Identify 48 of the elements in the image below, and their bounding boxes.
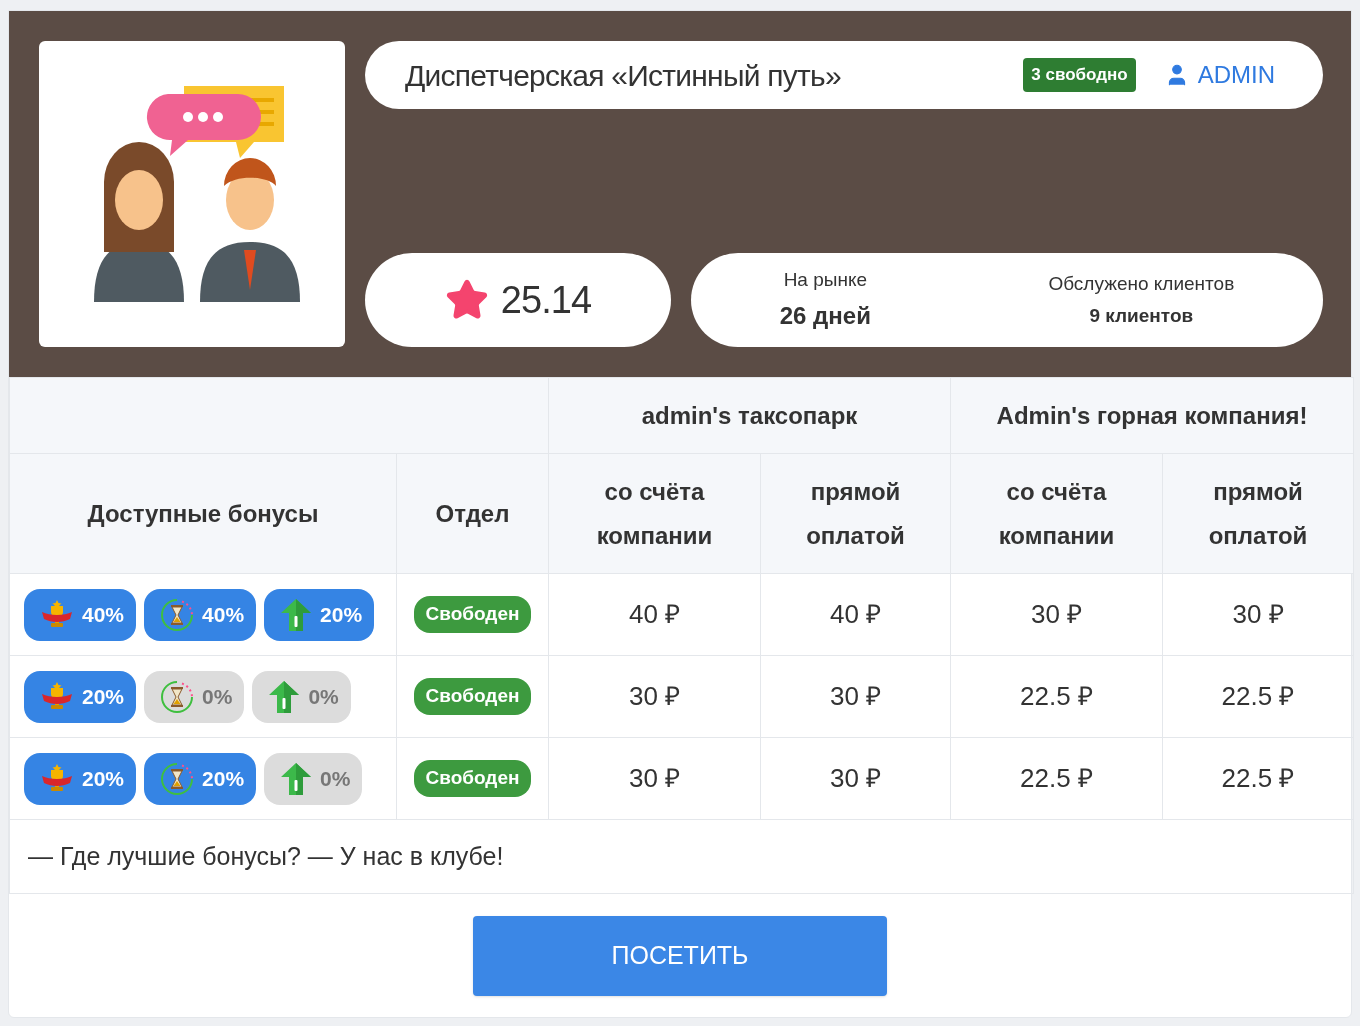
hourglass-icon: [160, 761, 195, 796]
price-cell: 40 ₽: [760, 573, 951, 656]
bonus-badge: 0%: [252, 670, 351, 723]
stat-label: Обслужено клиентов: [1048, 271, 1235, 296]
user-link[interactable]: ADMIN: [1163, 57, 1275, 93]
free-count-badge: 3 свободно: [1023, 58, 1136, 92]
status-badge: Свободен: [413, 678, 532, 715]
column-header: Отдел: [396, 453, 549, 574]
price-cell: 22.5 ₽: [1162, 655, 1354, 738]
rating-value: 25.14: [500, 277, 592, 323]
column-header: со счёта компании: [950, 453, 1163, 574]
price-cell: 30 ₽: [1162, 573, 1354, 656]
column-header: прямой оплатой: [1162, 453, 1354, 574]
price-cell: 22.5 ₽: [1162, 737, 1354, 820]
price-cell: 40 ₽: [548, 573, 761, 656]
up-arrow-icon: [280, 761, 313, 796]
stat-label: На рынке: [783, 267, 868, 292]
column-header: Доступные бонусы: [9, 453, 397, 574]
price-cell: 30 ₽: [548, 655, 761, 738]
bonus-badge: 20%: [264, 588, 375, 641]
bonus-badge: 0%: [144, 670, 245, 723]
bonus-badge: 20%: [24, 670, 137, 723]
visit-button[interactable]: ПОСЕТИТЬ: [473, 916, 887, 996]
bonus-badge: 40%: [144, 588, 257, 641]
slogan-text: — Где лучшие бонусы? — У нас в клубе!: [9, 819, 1354, 894]
hourglass-icon: [160, 679, 195, 714]
bonus-badge: 0%: [264, 752, 363, 805]
price-cell: 30 ₽: [760, 737, 951, 820]
status-badge: Свободен: [413, 760, 532, 797]
up-arrow-icon: [268, 679, 301, 714]
column-header: со счёта компании: [548, 453, 761, 574]
bonus-badge: 20%: [144, 752, 257, 805]
hourglass-icon: [160, 597, 195, 632]
price-cell: 22.5 ₽: [950, 737, 1163, 820]
stat-value: 9 клиентов: [1089, 304, 1194, 328]
price-cell: 30 ₽: [760, 655, 951, 738]
price-cell: 30 ₽: [548, 737, 761, 820]
column-header: прямой оплатой: [760, 453, 951, 574]
status-badge: Свободен: [413, 596, 532, 633]
group-header: Admin's горная компания!: [950, 377, 1354, 454]
dispatcher-title: Диспетчерская «Истинный путь»: [405, 57, 841, 94]
stat-value: 26 дней: [779, 301, 871, 332]
bonus-badge: 40%: [24, 588, 137, 641]
price-cell: 22.5 ₽: [950, 655, 1163, 738]
group-header: admin's таксопарк: [548, 377, 951, 454]
up-arrow-icon: [280, 597, 313, 632]
price-cell: 30 ₽: [950, 573, 1163, 656]
bonus-badge: 20%: [24, 752, 137, 805]
